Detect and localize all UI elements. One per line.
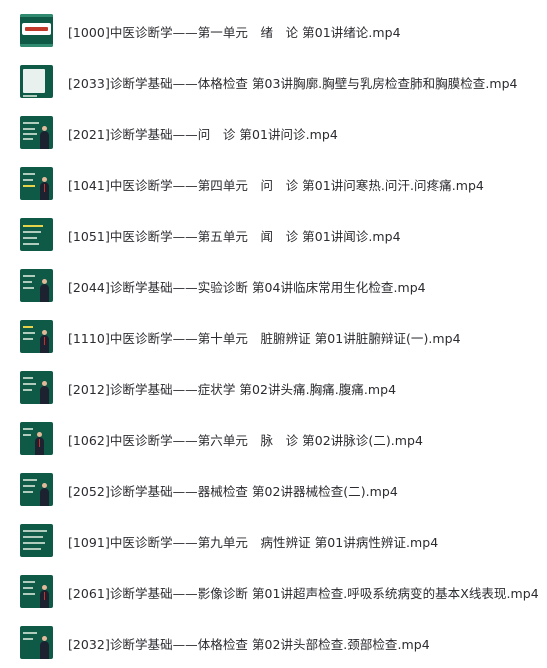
- file-row[interactable]: [2032]诊断学基础——体格检查 第02讲头部检查.颈部检查.mp4: [0, 617, 547, 668]
- file-name: [2021]诊断学基础——问 诊 第01讲问诊.mp4: [68, 127, 338, 142]
- file-row[interactable]: [2012]诊断学基础——症状学 第02讲头痛.胸痛.腹痛.mp4: [0, 362, 547, 413]
- video-thumbnail: [20, 167, 53, 200]
- video-thumbnail: [20, 575, 53, 608]
- video-thumbnail: [20, 218, 53, 251]
- file-name: [1041]中医诊断学——第四单元 问 诊 第01讲问寒热.问汗.问疼痛.mp4: [68, 178, 484, 193]
- video-thumbnail: [20, 626, 53, 659]
- video-thumbnail: [20, 269, 53, 302]
- file-row[interactable]: [2052]诊断学基础——器械检查 第02讲器械检查(二).mp4: [0, 464, 547, 515]
- video-thumbnail: [20, 371, 53, 404]
- file-row[interactable]: [2021]诊断学基础——问 诊 第01讲问诊.mp4: [0, 107, 547, 158]
- video-thumbnail: [20, 14, 53, 47]
- file-name: [1091]中医诊断学——第九单元 病性辨证 第01讲病性辨证.mp4: [68, 535, 439, 550]
- video-thumbnail: [20, 422, 53, 455]
- file-row[interactable]: [1091]中医诊断学——第九单元 病性辨证 第01讲病性辨证.mp4: [0, 515, 547, 566]
- file-name: [2044]诊断学基础——实验诊断 第04讲临床常用生化检查.mp4: [68, 280, 426, 295]
- file-name: [2052]诊断学基础——器械检查 第02讲器械检查(二).mp4: [68, 484, 398, 499]
- video-thumbnail: [20, 65, 53, 98]
- file-name: [2061]诊断学基础——影像诊断 第01讲超声检查.呼吸系统病变的基本X线表现…: [68, 586, 539, 601]
- file-name: [1051]中医诊断学——第五单元 闻 诊 第01讲闻诊.mp4: [68, 229, 401, 244]
- video-thumbnail: [20, 473, 53, 506]
- video-thumbnail: [20, 524, 53, 557]
- file-row[interactable]: [1062]中医诊断学——第六单元 脉 诊 第02讲脉诊(二).mp4: [0, 413, 547, 464]
- file-name: [1000]中医诊断学——第一单元 绪 论 第01讲绪论.mp4: [68, 25, 401, 40]
- video-thumbnail: [20, 320, 53, 353]
- file-name: [2032]诊断学基础——体格检查 第02讲头部检查.颈部检查.mp4: [68, 637, 430, 652]
- file-row[interactable]: [2044]诊断学基础——实验诊断 第04讲临床常用生化检查.mp4: [0, 260, 547, 311]
- video-file-list: [1000]中医诊断学——第一单元 绪 论 第01讲绪论.mp4 [2033]诊…: [0, 0, 547, 659]
- file-row[interactable]: [2061]诊断学基础——影像诊断 第01讲超声检查.呼吸系统病变的基本X线表现…: [0, 566, 547, 617]
- file-name: [1110]中医诊断学——第十单元 脏腑辨证 第01讲脏腑辩证(一).mp4: [68, 331, 461, 346]
- file-row[interactable]: [1041]中医诊断学——第四单元 问 诊 第01讲问寒热.问汗.问疼痛.mp4: [0, 158, 547, 209]
- file-name: [1062]中医诊断学——第六单元 脉 诊 第02讲脉诊(二).mp4: [68, 433, 423, 448]
- file-row[interactable]: [2033]诊断学基础——体格检查 第03讲胸廓.胸壁与乳房检查肺和胸膜检查.m…: [0, 56, 547, 107]
- file-row[interactable]: [1000]中医诊断学——第一单元 绪 论 第01讲绪论.mp4: [0, 5, 547, 56]
- video-thumbnail: [20, 116, 53, 149]
- file-name: [2012]诊断学基础——症状学 第02讲头痛.胸痛.腹痛.mp4: [68, 382, 397, 397]
- file-row[interactable]: [1110]中医诊断学——第十单元 脏腑辨证 第01讲脏腑辩证(一).mp4: [0, 311, 547, 362]
- file-name: [2033]诊断学基础——体格检查 第03讲胸廓.胸壁与乳房检查肺和胸膜检查.m…: [68, 76, 518, 91]
- file-row[interactable]: [1051]中医诊断学——第五单元 闻 诊 第01讲闻诊.mp4: [0, 209, 547, 260]
